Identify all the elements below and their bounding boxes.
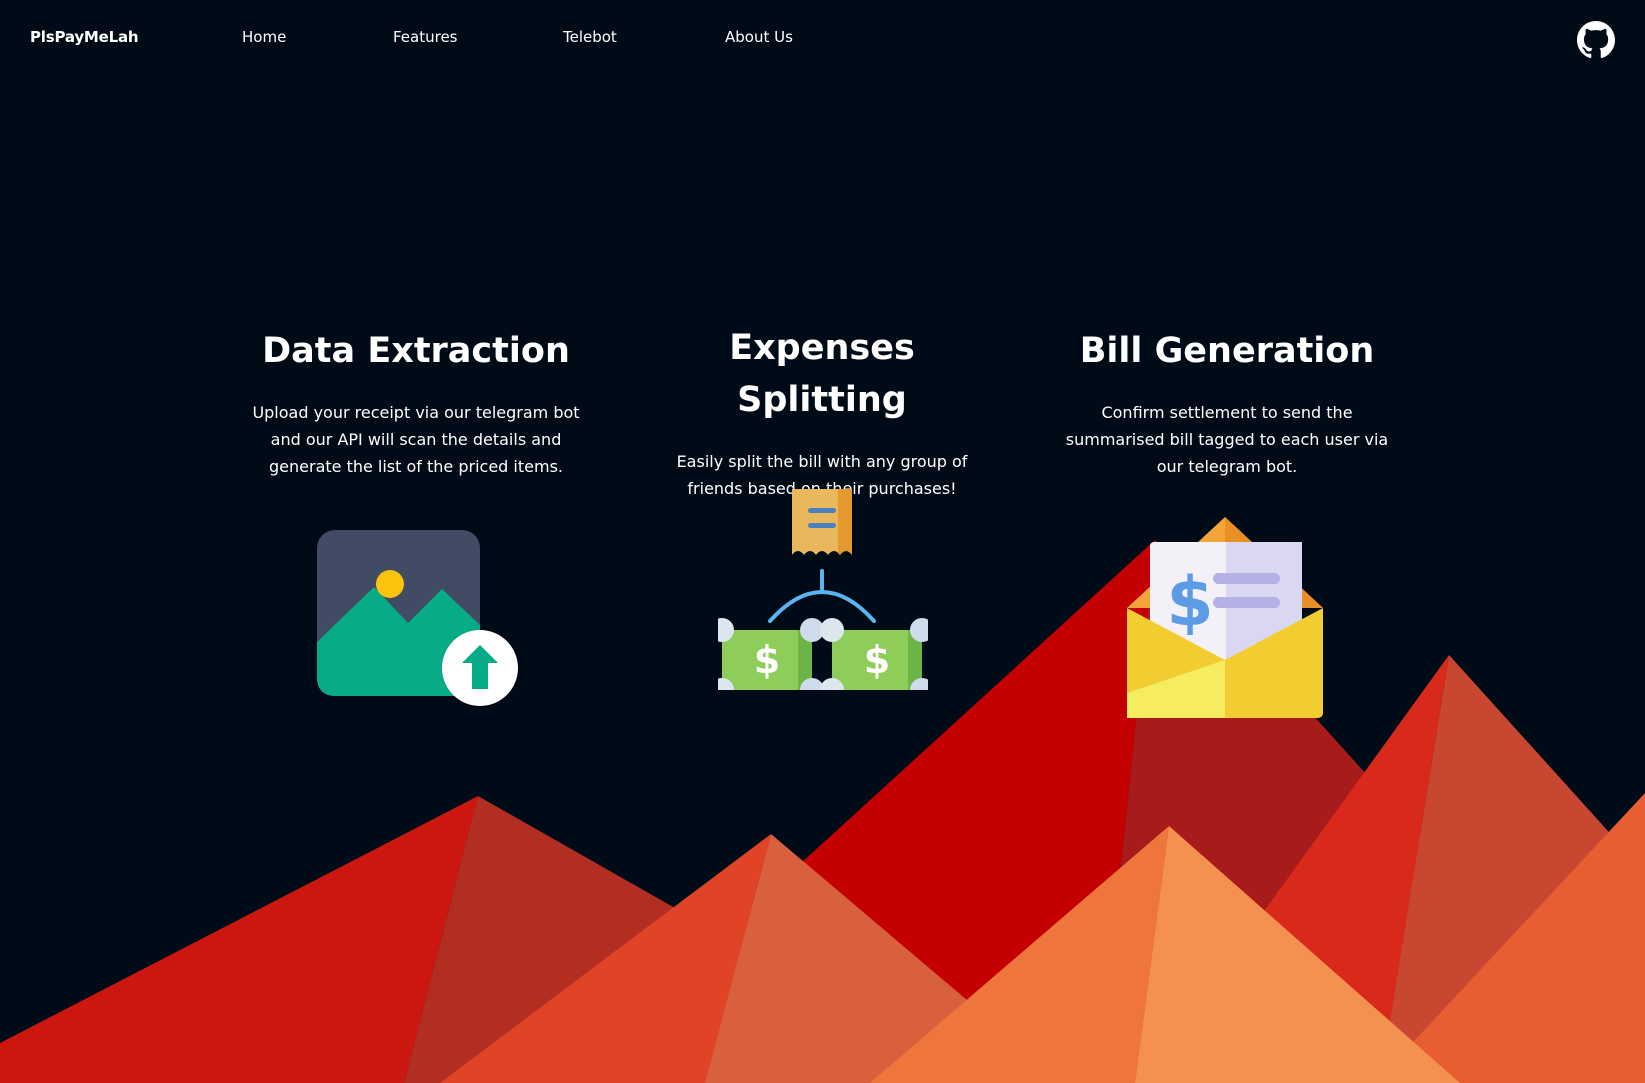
- page: PlsPayMeLah Home Features Telebot About …: [0, 0, 1645, 1083]
- nav-link-features[interactable]: Features: [393, 28, 458, 46]
- github-link[interactable]: [1577, 21, 1615, 59]
- top-navbar: PlsPayMeLah Home Features Telebot About …: [0, 0, 1645, 78]
- svg-text:$: $: [754, 638, 780, 682]
- nav-link-about-us[interactable]: About Us: [725, 28, 793, 46]
- feature-description: Confirm settlement to send the summarise…: [1065, 403, 1389, 476]
- split-bill-icon: $ $: [718, 489, 928, 690]
- feature-expenses-splitting: Expenses Splitting Easily split the bill…: [642, 322, 1002, 502]
- github-icon: [1577, 21, 1615, 59]
- feature-title: Expenses Splitting: [729, 328, 915, 420]
- feature-title: Bill Generation: [1079, 331, 1375, 371]
- brand-logo[interactable]: PlsPayMeLah: [30, 28, 139, 46]
- mountain-left-red-left: [0, 796, 478, 1083]
- image-upload-icon: [317, 530, 518, 706]
- feature-bill-generation: Bill Generation Confirm settlement to se…: [1047, 325, 1407, 480]
- envelope-bill-icon: $: [1127, 517, 1323, 718]
- feature-description: Upload your receipt via our telegram bot…: [252, 403, 580, 476]
- feature-title: Data Extraction: [262, 331, 570, 371]
- nav-link-telebot[interactable]: Telebot: [563, 28, 617, 46]
- nav-link-home[interactable]: Home: [242, 28, 286, 46]
- feature-data-extraction: Data Extraction Upload your receipt via …: [236, 325, 596, 480]
- svg-text:$: $: [864, 638, 890, 682]
- svg-text:$: $: [1166, 563, 1213, 642]
